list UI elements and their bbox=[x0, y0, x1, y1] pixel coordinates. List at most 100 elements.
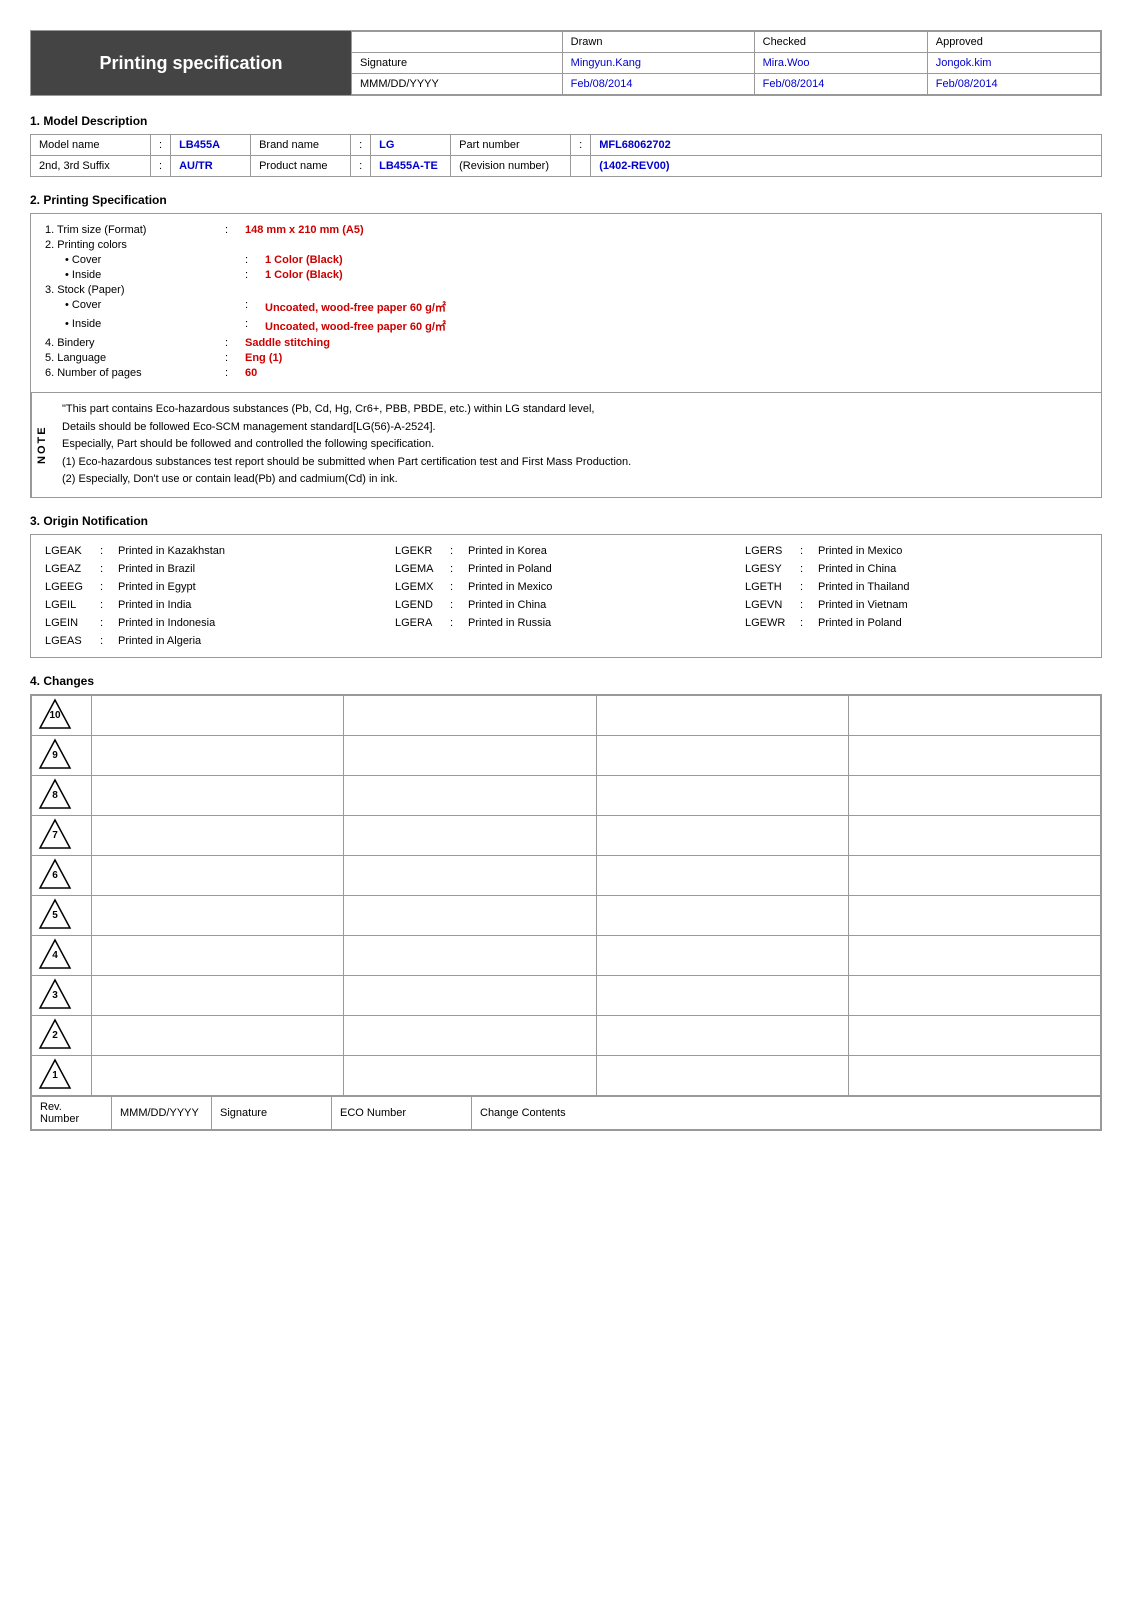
rev-number: 7 bbox=[52, 830, 58, 841]
table-row: 7 bbox=[32, 815, 1101, 855]
table-row: 2 bbox=[32, 1015, 1101, 1055]
change-cell bbox=[344, 775, 596, 815]
rev-badge: 8 bbox=[38, 778, 72, 812]
change-cell bbox=[596, 735, 848, 775]
approved-date: Feb/08/2014 bbox=[927, 74, 1100, 95]
change-cell bbox=[92, 735, 344, 775]
origin-item: LGERA:Printed in Russia bbox=[391, 615, 741, 631]
origin-item: LGEWR:Printed in Poland bbox=[741, 615, 1091, 631]
change-cell bbox=[344, 855, 596, 895]
origin-item: LGEKR:Printed in Korea bbox=[391, 543, 741, 559]
rev-cell: 3 bbox=[32, 975, 92, 1015]
spec-row-3: 3. Stock (Paper) bbox=[45, 284, 1087, 296]
rev-badge: 1 bbox=[38, 1058, 72, 1092]
spec-inside-color-colon: : bbox=[245, 269, 265, 281]
rev-number: 5 bbox=[52, 910, 58, 921]
table-row: 1 bbox=[32, 1055, 1101, 1095]
colon2: : bbox=[351, 135, 371, 156]
table-row: 3 bbox=[32, 975, 1101, 1015]
spec-value-5: Eng (1) bbox=[245, 352, 282, 364]
rev-badge: 3 bbox=[38, 978, 72, 1012]
origin-item: LGETH:Printed in Thailand bbox=[741, 579, 1091, 595]
model-name-value: LB455A bbox=[171, 135, 251, 156]
origin-item: LGESY:Printed in China bbox=[741, 561, 1091, 577]
drawn-date: Feb/08/2014 bbox=[562, 74, 754, 95]
rev-cell: 8 bbox=[32, 775, 92, 815]
note-line-1: "This part contains Eco-hazardous substa… bbox=[62, 401, 631, 419]
origin-item bbox=[741, 633, 1091, 649]
spec-row-4: 4. Bindery : Saddle stitching bbox=[45, 337, 1087, 349]
colon4: : bbox=[151, 156, 171, 177]
spec-row-inside-stock: • Inside : Uncoated, wood-free paper 60 … bbox=[45, 318, 1087, 334]
change-cell bbox=[596, 695, 848, 735]
change-cell bbox=[344, 815, 596, 855]
rev-badge: 6 bbox=[38, 858, 72, 892]
table-row: 5 bbox=[32, 895, 1101, 935]
origin-item bbox=[391, 633, 741, 649]
change-cell bbox=[92, 975, 344, 1015]
spec-inside-color-label: • Inside bbox=[65, 269, 245, 281]
change-cell bbox=[92, 895, 344, 935]
section2-heading: 2. Printing Specification bbox=[30, 193, 1102, 207]
title-box: Printing specification bbox=[31, 31, 351, 95]
rev-badge: 4 bbox=[38, 938, 72, 972]
change-cell bbox=[92, 1055, 344, 1095]
change-cell bbox=[596, 775, 848, 815]
spec-cover-stock-colon: : bbox=[245, 299, 265, 311]
rev-cell: 6 bbox=[32, 855, 92, 895]
section4-heading: 4. Changes bbox=[30, 674, 1102, 688]
rev-number: 3 bbox=[52, 990, 58, 1001]
notes-content: "This part contains Eco-hazardous substa… bbox=[52, 393, 641, 497]
table-row: 8 bbox=[32, 775, 1101, 815]
change-cell bbox=[92, 855, 344, 895]
rev-number: 2 bbox=[52, 1030, 58, 1041]
checked-signature: Mira.Woo bbox=[754, 53, 927, 74]
rev-number: 9 bbox=[52, 750, 58, 761]
change-cell bbox=[596, 895, 848, 935]
header-table: Drawn Checked Approved Signature Mingyun… bbox=[351, 31, 1101, 95]
origin-item: LGEAK:Printed in Kazakhstan bbox=[41, 543, 391, 559]
spec-row-2: 2. Printing colors bbox=[45, 239, 1087, 251]
section3-heading: 3. Origin Notification bbox=[30, 514, 1102, 528]
origin-grid: LGEAK:Printed in KazakhstanLGEKR:Printed… bbox=[41, 543, 1091, 649]
page-title: Printing specification bbox=[99, 53, 282, 74]
spec-row-cover-stock: • Cover : Uncoated, wood-free paper 60 g… bbox=[45, 299, 1087, 315]
change-cell bbox=[596, 935, 848, 975]
rev-cell: 1 bbox=[32, 1055, 92, 1095]
rev-cell: 7 bbox=[32, 815, 92, 855]
spec-colon-4: : bbox=[225, 337, 245, 349]
spec-cover-stock-value: Uncoated, wood-free paper 60 g/㎡ bbox=[265, 299, 446, 315]
checked-date: Feb/08/2014 bbox=[754, 74, 927, 95]
origin-box: LGEAK:Printed in KazakhstanLGEKR:Printed… bbox=[30, 534, 1102, 658]
origin-item: LGEAS:Printed in Algeria bbox=[41, 633, 391, 649]
spec-colon-6: : bbox=[225, 367, 245, 379]
table-row: 10 bbox=[32, 695, 1101, 735]
rev-number: 10 bbox=[49, 710, 60, 721]
note-line-5: (2) Especially, Don't use or contain lea… bbox=[62, 471, 631, 489]
change-cell bbox=[848, 975, 1100, 1015]
origin-item: LGEMA:Printed in Poland bbox=[391, 561, 741, 577]
brand-name-value: LG bbox=[371, 135, 451, 156]
colon6 bbox=[571, 156, 591, 177]
rev-badge: 7 bbox=[38, 818, 72, 852]
change-cell bbox=[344, 1015, 596, 1055]
change-cell bbox=[848, 895, 1100, 935]
spec-value-6: 60 bbox=[245, 367, 257, 379]
change-cell bbox=[344, 735, 596, 775]
brand-name-label: Brand name bbox=[251, 135, 351, 156]
origin-item: LGEMX:Printed in Mexico bbox=[391, 579, 741, 595]
product-name-value: LB455A-TE bbox=[371, 156, 451, 177]
change-cell bbox=[848, 855, 1100, 895]
table-row: 9 bbox=[32, 735, 1101, 775]
spec-value-4: Saddle stitching bbox=[245, 337, 330, 349]
change-cell bbox=[596, 975, 848, 1015]
colon3: : bbox=[571, 135, 591, 156]
change-cell bbox=[848, 735, 1100, 775]
note-line-3: Especially, Part should be followed and … bbox=[62, 436, 631, 454]
rev-number: 4 bbox=[52, 950, 58, 961]
change-cell bbox=[92, 775, 344, 815]
change-cell bbox=[344, 1055, 596, 1095]
spec-row-1: 1. Trim size (Format) : 148 mm x 210 mm … bbox=[45, 224, 1087, 236]
change-cell bbox=[344, 695, 596, 735]
rev-badge: 10 bbox=[38, 698, 72, 732]
